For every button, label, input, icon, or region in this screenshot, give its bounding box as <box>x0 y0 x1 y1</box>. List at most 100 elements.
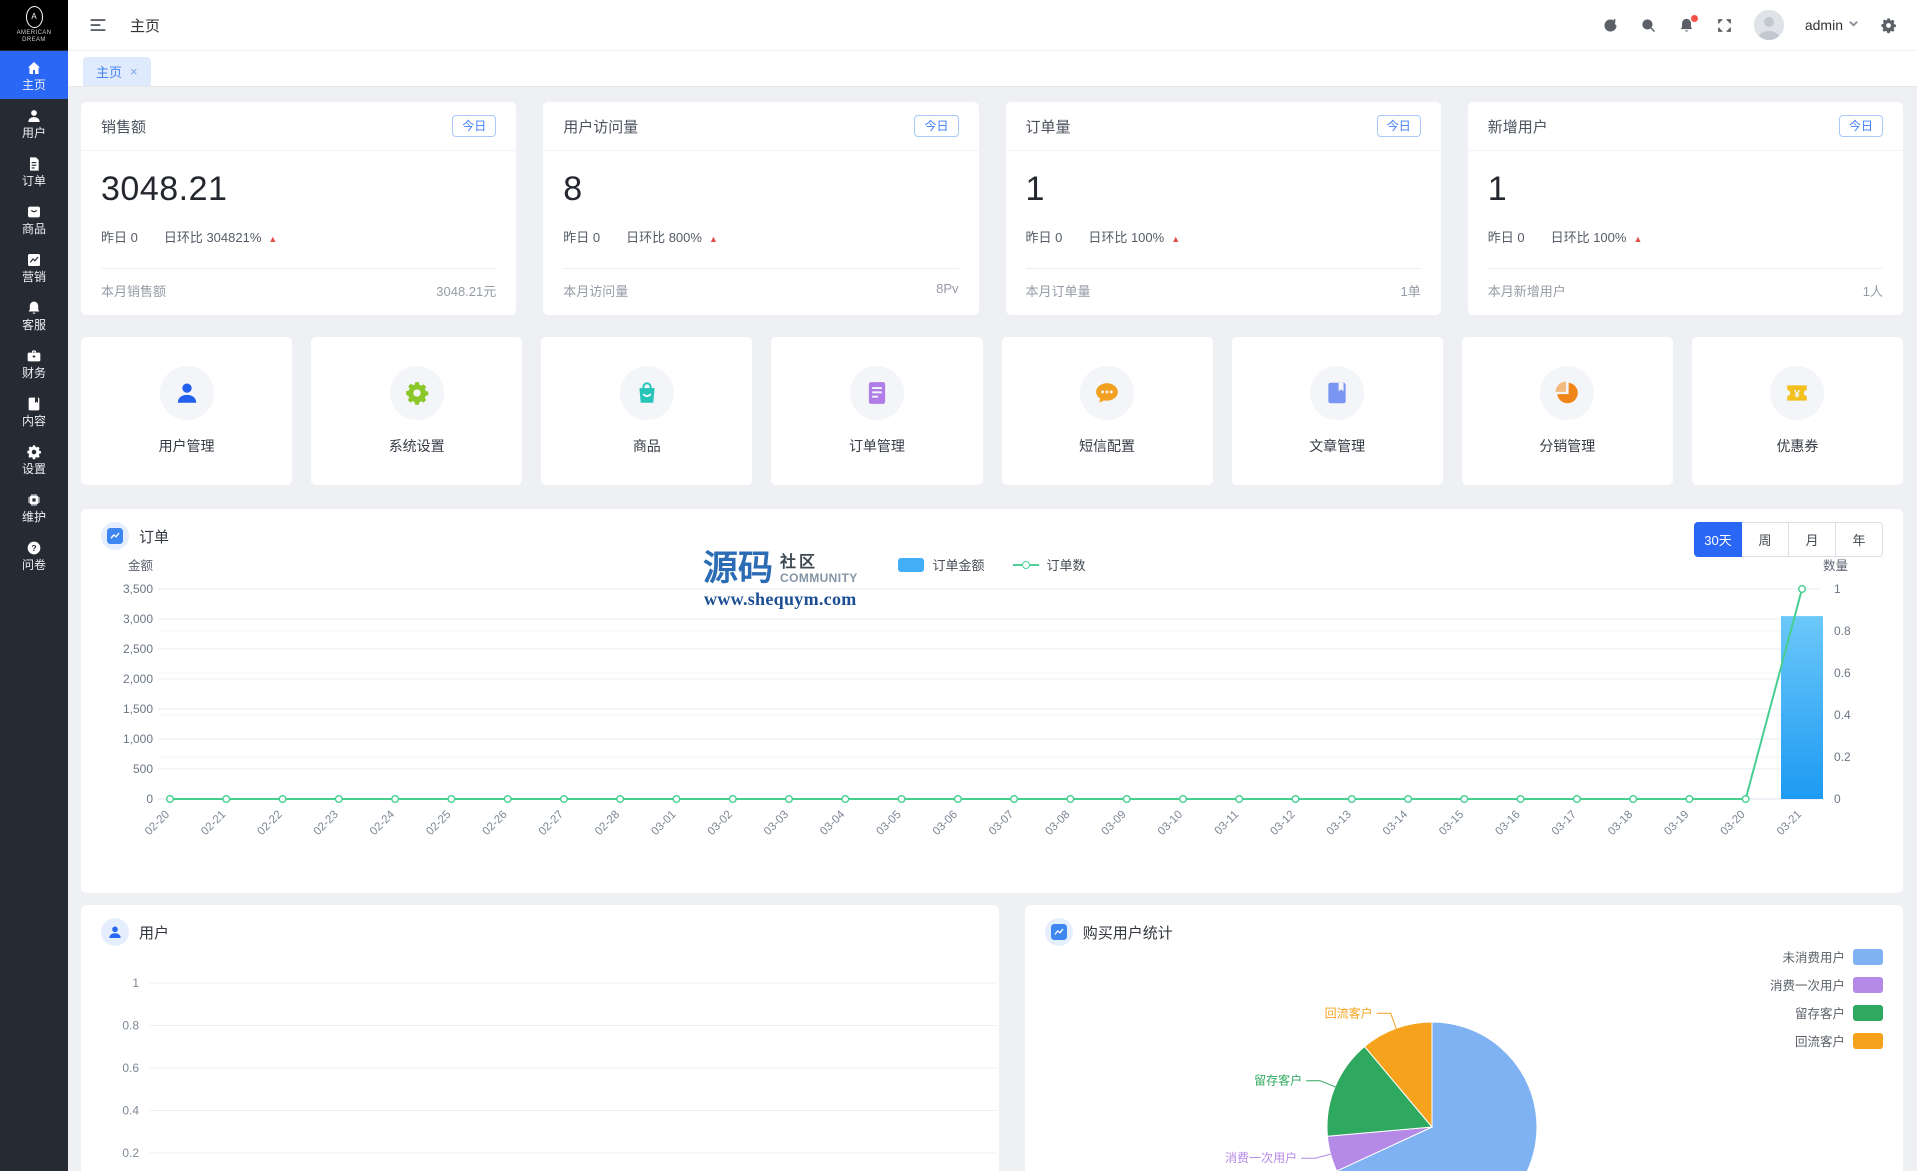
sidebar-item-finance[interactable]: 财务 <box>0 339 68 387</box>
sidebar: A AMERICAN DREAM 主页 用户 订单 商品 营销 客服 财务 内容 … <box>0 0 68 1171</box>
today-badge[interactable]: 今日 <box>452 115 497 137</box>
svg-text:3,000: 3,000 <box>123 612 153 626</box>
brand-logo[interactable]: A AMERICAN DREAM <box>0 0 68 50</box>
svg-text:回流客户: 回流客户 <box>1324 1005 1372 1020</box>
sidebar-item-goods[interactable]: 商品 <box>0 195 68 243</box>
collapse-menu-icon[interactable] <box>88 15 108 35</box>
shortcut-doclist[interactable]: 订单管理 <box>771 337 983 485</box>
legend-swatch-icon <box>1852 976 1883 993</box>
range-button-3[interactable]: 年 <box>1836 522 1883 557</box>
shortcut-contentbook[interactable]: 文章管理 <box>1231 337 1443 485</box>
svg-text:2,500: 2,500 <box>123 642 153 656</box>
range-button-0[interactable]: 30天 <box>1694 522 1742 557</box>
refresh-icon[interactable] <box>1602 17 1619 34</box>
gear-icon <box>389 366 444 420</box>
fullscreen-icon[interactable] <box>1716 17 1733 34</box>
svg-text:留存客户: 留存客户 <box>1254 1073 1302 1088</box>
stat-subline: 昨日 0 日环比 100% ▲ <box>1487 230 1643 245</box>
svg-text:02-28: 02-28 <box>593 809 622 838</box>
today-badge[interactable]: 今日 <box>1838 115 1883 137</box>
svg-text:0.8: 0.8 <box>1834 624 1851 638</box>
sidebar-item-contentbook[interactable]: 内容 <box>0 387 68 435</box>
shortcuts-row: 用户管理 系统设置 商品 订单管理 短信配置 文章管理 分销管理 ¥ 优惠券 <box>81 337 1903 485</box>
brand-name: AMERICAN DREAM <box>16 29 52 44</box>
svg-text:数量: 数量 <box>1823 558 1848 573</box>
sidebar-item-market[interactable]: 营销 <box>0 243 68 291</box>
trend-up-icon: ▲ <box>1171 234 1181 244</box>
svg-text:¥: ¥ <box>1794 389 1801 401</box>
pie-legend-item-0[interactable]: 未消费用户 <box>1782 947 1883 966</box>
svg-text:03-07: 03-07 <box>987 809 1016 838</box>
svg-text:0.6: 0.6 <box>1834 666 1851 680</box>
search-icon[interactable] <box>1640 17 1657 34</box>
stat-title: 销售额 <box>101 118 147 136</box>
user-icon <box>26 108 42 124</box>
today-badge[interactable]: 今日 <box>914 115 959 137</box>
home-icon <box>26 60 42 76</box>
svg-text:03-20: 03-20 <box>1719 809 1748 838</box>
sidebar-item-gear[interactable]: 设置 <box>0 435 68 483</box>
sidebar-item-order[interactable]: 订单 <box>0 147 68 195</box>
legend-swatch-icon <box>1852 948 1883 965</box>
pie-legend-item-3[interactable]: 回流客户 <box>1795 1031 1883 1050</box>
order-panel-header: 订单 <box>101 522 1883 550</box>
svg-text:03-03: 03-03 <box>762 809 791 838</box>
shortcut-gear[interactable]: 系统设置 <box>311 337 523 485</box>
stat-value: 1 <box>1487 170 1508 208</box>
stats-row: 销售额 今日 3048.21 昨日 0 日环比 304821% ▲ 本月销售额 3… <box>81 102 1903 315</box>
shortcut-bag[interactable]: 商品 <box>541 337 753 485</box>
svg-text:1: 1 <box>132 976 139 990</box>
pie-legend-item-1[interactable]: 消费一次用户 <box>1770 975 1883 994</box>
user-menu[interactable]: admin <box>1805 16 1859 34</box>
svg-text:02-21: 02-21 <box>199 809 228 838</box>
stat-title: 订单量 <box>1025 118 1071 136</box>
svg-text:03-14: 03-14 <box>1381 808 1411 838</box>
avatar[interactable] <box>1753 10 1784 40</box>
stat-footer: 本月访问量 8Pv <box>563 268 959 315</box>
tab-home[interactable]: 主页 × <box>83 57 151 86</box>
username: admin <box>1804 17 1843 33</box>
notifications-bell-icon[interactable] <box>1678 13 1699 34</box>
today-badge[interactable]: 今日 <box>1376 115 1421 137</box>
svg-text:0.4: 0.4 <box>122 1104 139 1118</box>
sidebar-item-chip[interactable]: 维护 <box>0 483 68 531</box>
bag-icon <box>619 366 674 420</box>
range-button-2[interactable]: 月 <box>1789 522 1836 557</box>
user-chart-panel: 用户 1 0.8 0.6 0.4 0.2 <box>81 905 999 1171</box>
svg-text:03-19: 03-19 <box>1662 809 1691 838</box>
shortcut-chat[interactable]: 短信配置 <box>1001 337 1213 485</box>
shortcut-coupon[interactable]: ¥ 优惠券 <box>1691 337 1903 485</box>
sidebar-item-user[interactable]: 用户 <box>0 99 68 147</box>
app-root: A AMERICAN DREAM 主页 用户 订单 商品 营销 客服 财务 内容 … <box>0 0 1917 1171</box>
stat-value: 3048.21 <box>101 170 228 208</box>
trend-up-icon: ▲ <box>268 234 278 244</box>
sidebar-item-question[interactable]: ? 问卷 <box>0 531 68 579</box>
pie-legend: 未消费用户 消费一次用户 留存客户 回流客户 <box>1770 947 1883 1050</box>
coupon-icon: ¥ <box>1770 366 1825 420</box>
sidebar-item-service[interactable]: 客服 <box>0 291 68 339</box>
stat-footer: 本月新增用户 1人 <box>1487 268 1883 315</box>
sidebar-item-home[interactable]: 主页 <box>0 51 68 99</box>
stat-footer: 本月销售额 3048.21元 <box>101 268 497 315</box>
chevron-down-icon <box>1848 16 1859 34</box>
svg-text:03-05: 03-05 <box>874 809 903 838</box>
range-button-1[interactable]: 周 <box>1742 522 1789 557</box>
svg-text:1: 1 <box>1834 582 1841 596</box>
settings-gear-icon[interactable] <box>1880 17 1897 34</box>
sidebar-menu: 主页 用户 订单 商品 营销 客服 财务 内容 设置 维护 ? 问卷 <box>0 50 68 1171</box>
svg-text:0.2: 0.2 <box>1834 750 1851 764</box>
svg-text:03-16: 03-16 <box>1493 809 1522 838</box>
svg-text:03-13: 03-13 <box>1325 809 1354 838</box>
pie-legend-item-2[interactable]: 留存客户 <box>1795 1003 1883 1022</box>
stat-title: 新增用户 <box>1487 118 1548 136</box>
svg-text:03-18: 03-18 <box>1606 809 1635 838</box>
market-icon <box>26 252 42 268</box>
tab-close-icon[interactable]: × <box>130 65 138 78</box>
shortcut-user[interactable]: 用户管理 <box>81 337 293 485</box>
svg-text:0.6: 0.6 <box>122 1061 139 1075</box>
shortcut-pie[interactable]: 分销管理 <box>1461 337 1673 485</box>
stat-footer: 本月订单量 1单 <box>1025 268 1421 315</box>
svg-text:02-23: 02-23 <box>312 809 341 838</box>
svg-text:02-24: 02-24 <box>368 808 398 838</box>
svg-text:03-08: 03-08 <box>1043 809 1072 838</box>
